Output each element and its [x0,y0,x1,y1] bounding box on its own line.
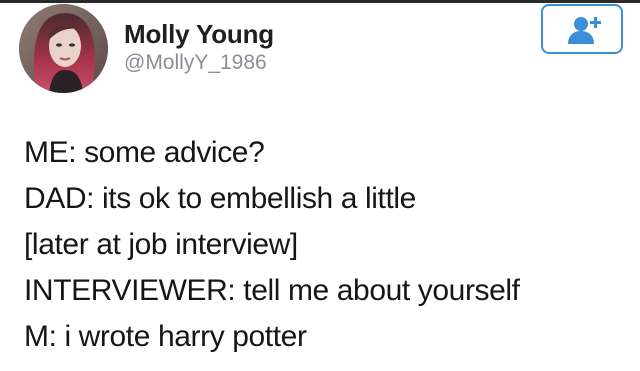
author-handle[interactable]: @MollyY_1986 [124,51,267,75]
tweet-line: [later at job interview] [24,228,298,261]
tweet-line: ME: some advice? [24,136,265,169]
author-name[interactable]: Molly Young [124,19,274,50]
avatar-image [19,4,108,93]
tweet-line: M: i wrote harry potter [24,320,307,353]
tweet-card: Molly Young @MollyY_1986 ME: some advice… [0,0,640,371]
tweet-line: DAD: its ok to embellish a little [24,182,416,215]
follow-button[interactable] [541,4,623,54]
tweet-text: ME: some advice? DAD: its ok to embellis… [24,130,624,360]
tweet-line: INTERVIEWER: tell me about yourself [24,274,520,307]
avatar[interactable] [19,4,108,93]
add-user-icon [568,17,601,44]
